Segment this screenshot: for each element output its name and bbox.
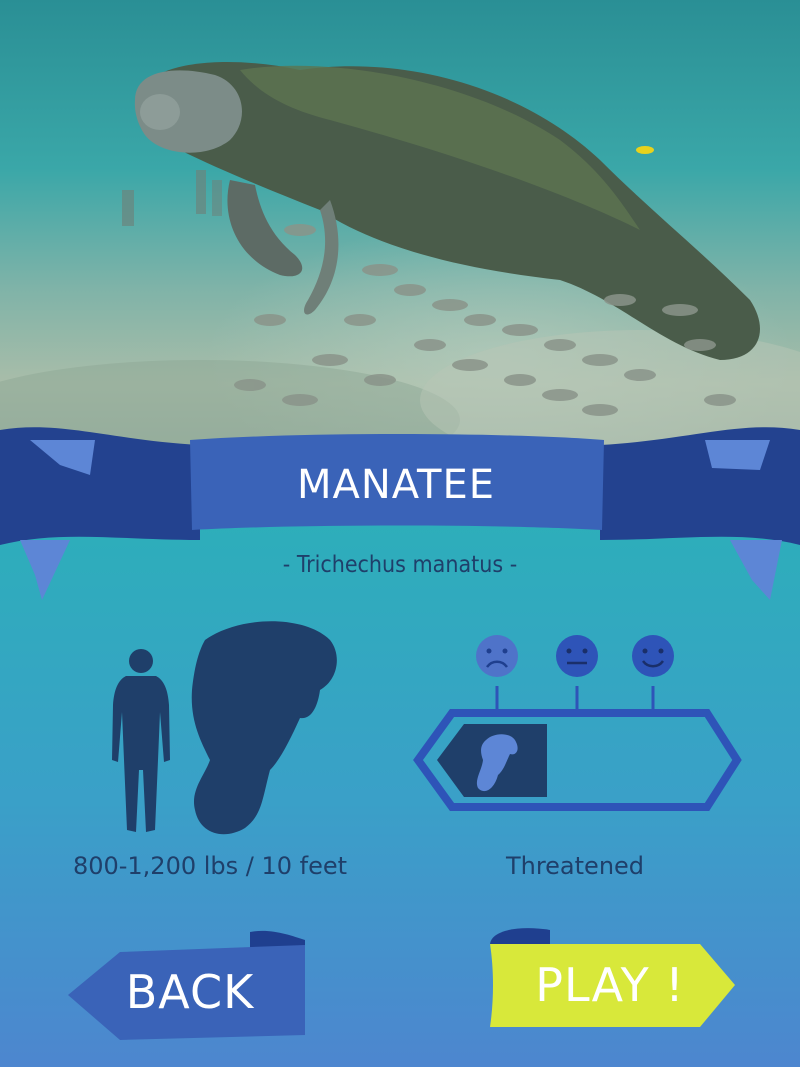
manatee-silhouette-icon bbox=[191, 621, 337, 835]
neutral-face-icon bbox=[556, 635, 598, 677]
back-button[interactable]: BACK bbox=[68, 935, 308, 1040]
ribbon-right-drop bbox=[730, 540, 782, 600]
ribbon-right-fold bbox=[705, 440, 770, 470]
play-button[interactable]: PLAY ! bbox=[488, 928, 738, 1028]
conservation-status-label: Threatened bbox=[505, 852, 645, 880]
happy-face-icon bbox=[632, 635, 674, 677]
graphics-layer bbox=[0, 427, 800, 1040]
status-meter bbox=[413, 709, 742, 811]
back-button-label: BACK bbox=[125, 965, 255, 1019]
animal-size-label: 800-1,200 lbs / 10 feet bbox=[72, 852, 348, 880]
scientific-name: - Trichechus manatus - bbox=[282, 552, 518, 578]
ribbon-left-drop bbox=[20, 540, 70, 600]
human-silhouette-icon bbox=[112, 649, 170, 832]
ribbon-right-tail bbox=[600, 427, 800, 545]
animal-name-title: MANATEE bbox=[296, 462, 496, 508]
ribbon-left-tail bbox=[0, 427, 200, 545]
meter-connectors bbox=[495, 686, 655, 713]
play-button-label: PLAY ! bbox=[535, 958, 685, 1012]
sad-face-icon bbox=[476, 635, 518, 677]
